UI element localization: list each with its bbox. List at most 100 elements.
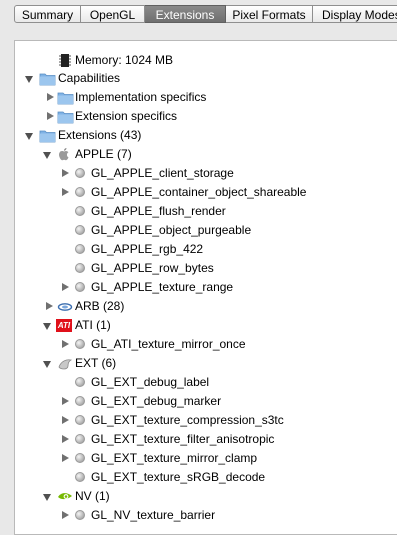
capabilities-label: Capabilities — [58, 71, 121, 85]
memory-chip-icon — [57, 53, 73, 68]
bullet-icon — [75, 453, 85, 463]
tree-row-extension[interactable]: GL_NV_texture_barrier — [15, 506, 397, 525]
tree-row-ati[interactable]: ATI ATI (1) — [15, 316, 397, 335]
tree-row-extension[interactable]: GL_EXT_debug_marker — [15, 392, 397, 411]
extension-label: GL_ATI_texture_mirror_once — [91, 337, 246, 351]
extension-label: GL_APPLE_row_bytes — [91, 261, 214, 275]
extension-label: GL_APPLE_object_purgeable — [91, 223, 252, 237]
bullet-icon — [75, 434, 85, 444]
tree-row-ext[interactable]: EXT (6) — [15, 354, 397, 373]
disclosure-closed-icon[interactable] — [62, 169, 69, 177]
nv-label: NV (1) — [75, 489, 110, 503]
tree-row-extension[interactable]: GL_EXT_texture_filter_anisotropic — [15, 430, 397, 449]
bullet-icon — [75, 282, 85, 292]
extensions-tree[interactable]: Memory: 1024 MB Capabilities Implementat… — [14, 40, 397, 535]
ext-icon — [57, 356, 73, 371]
folder-icon — [57, 90, 74, 105]
tab-opengl[interactable]: OpenGL — [81, 5, 145, 23]
disclosure-closed-icon[interactable] — [62, 511, 69, 519]
extension-label: GL_EXT_texture_sRGB_decode — [91, 470, 266, 484]
extension-label: GL_APPLE_container_object_shareable — [91, 185, 307, 199]
folder-icon — [39, 71, 56, 86]
tree-row-extension[interactable]: GL_APPLE_object_purgeable — [15, 221, 397, 240]
disclosure-open-icon[interactable] — [43, 361, 51, 368]
extension-specifics-label: Extension specifics — [75, 109, 178, 123]
bullet-icon — [75, 339, 85, 349]
bullet-icon — [75, 377, 85, 387]
bullet-icon — [75, 472, 85, 482]
ext-label: EXT (6) — [75, 356, 117, 370]
implementation-specifics-label: Implementation specifics — [75, 90, 207, 104]
tree-row-extensions[interactable]: Extensions (43) — [15, 126, 397, 145]
extension-label: GL_EXT_debug_label — [91, 375, 210, 389]
bullet-icon — [75, 415, 85, 425]
folder-icon — [39, 128, 56, 143]
disclosure-closed-icon[interactable] — [47, 112, 54, 120]
tree-row-extension[interactable]: GL_APPLE_texture_range — [15, 278, 397, 297]
disclosure-closed-icon[interactable] — [62, 435, 69, 443]
disclosure-closed-icon[interactable] — [62, 416, 69, 424]
folder-icon — [57, 109, 74, 124]
tree-row-extension[interactable]: GL_APPLE_client_storage — [15, 164, 397, 183]
tree-row-implementation-specifics[interactable]: Implementation specifics — [15, 88, 397, 107]
ati-logo-icon: ATI — [56, 319, 72, 332]
ati-logo-text: ATI — [57, 321, 71, 330]
extension-label: GL_EXT_debug_marker — [91, 394, 222, 408]
tree-row-extension[interactable]: GL_EXT_texture_compression_s3tc — [15, 411, 397, 430]
extension-label: GL_NV_texture_barrier — [91, 508, 216, 522]
extension-label: GL_APPLE_texture_range — [91, 280, 234, 294]
tab-display-modes[interactable]: Display Modes — [313, 5, 397, 23]
bullet-icon — [75, 168, 85, 178]
extensions-label: Extensions (43) — [58, 128, 142, 142]
extension-label: GL_APPLE_client_storage — [91, 166, 234, 180]
disclosure-closed-icon[interactable] — [62, 397, 69, 405]
tree-row-extension[interactable]: GL_APPLE_container_object_shareable — [15, 183, 397, 202]
tree-row-capabilities[interactable]: Capabilities — [15, 69, 397, 88]
apple-label: APPLE (7) — [75, 147, 132, 161]
tree-row-extension[interactable]: GL_EXT_debug_label — [15, 373, 397, 392]
disclosure-closed-icon[interactable] — [46, 302, 53, 310]
tree-row-extension-specifics[interactable]: Extension specifics — [15, 107, 397, 126]
extension-label: GL_EXT_texture_compression_s3tc — [91, 413, 284, 427]
bullet-icon — [75, 206, 85, 216]
bullet-icon — [75, 396, 85, 406]
disclosure-closed-icon[interactable] — [62, 188, 69, 196]
disclosure-closed-icon[interactable] — [62, 283, 69, 291]
bullet-icon — [75, 187, 85, 197]
tree-row-extension[interactable]: GL_APPLE_flush_render — [15, 202, 397, 221]
extension-label: GL_APPLE_rgb_422 — [91, 242, 204, 256]
arb-logo-icon — [57, 299, 73, 314]
arb-label: ARB (28) — [75, 299, 125, 313]
bullet-icon — [75, 263, 85, 273]
tree-row-arb[interactable]: ARB (28) — [15, 297, 397, 316]
disclosure-closed-icon[interactable] — [47, 93, 54, 101]
disclosure-open-icon[interactable] — [43, 323, 51, 330]
extension-label: GL_APPLE_flush_render — [91, 204, 226, 218]
tree-row-extension[interactable]: GL_APPLE_rgb_422 — [15, 240, 397, 259]
disclosure-open-icon[interactable] — [43, 152, 51, 159]
tree-row-memory[interactable]: Memory: 1024 MB — [15, 51, 397, 70]
disclosure-closed-icon[interactable] — [62, 340, 69, 348]
tree-row-extension[interactable]: GL_EXT_texture_sRGB_decode — [15, 468, 397, 487]
ati-label: ATI (1) — [75, 318, 111, 332]
tab-extensions[interactable]: Extensions — [145, 5, 226, 23]
tree-row-extension[interactable]: GL_EXT_texture_mirror_clamp — [15, 449, 397, 468]
disclosure-closed-icon[interactable] — [62, 454, 69, 462]
bullet-icon — [75, 244, 85, 254]
extension-label: GL_EXT_texture_mirror_clamp — [91, 451, 258, 465]
extension-label: GL_EXT_texture_filter_anisotropic — [91, 432, 275, 446]
tree-row-nv[interactable]: NV (1) — [15, 487, 397, 506]
tree-row-extension[interactable]: GL_APPLE_row_bytes — [15, 259, 397, 278]
tree-row-apple[interactable]: APPLE (7) — [15, 145, 397, 164]
tab-pixel-formats[interactable]: Pixel Formats — [226, 5, 313, 23]
tab-bar: Summary OpenGL Extensions Pixel Formats … — [0, 0, 397, 27]
disclosure-open-icon[interactable] — [43, 494, 51, 501]
apple-logo-icon — [57, 147, 73, 162]
memory-label: Memory: 1024 MB — [75, 53, 174, 67]
disclosure-open-icon[interactable] — [25, 133, 33, 140]
bullet-icon — [75, 510, 85, 520]
tree-row-extension[interactable]: GL_ATI_texture_mirror_once — [15, 335, 397, 354]
tab-summary[interactable]: Summary — [14, 5, 81, 23]
nvidia-logo-icon — [57, 489, 73, 504]
disclosure-open-icon[interactable] — [25, 76, 33, 83]
